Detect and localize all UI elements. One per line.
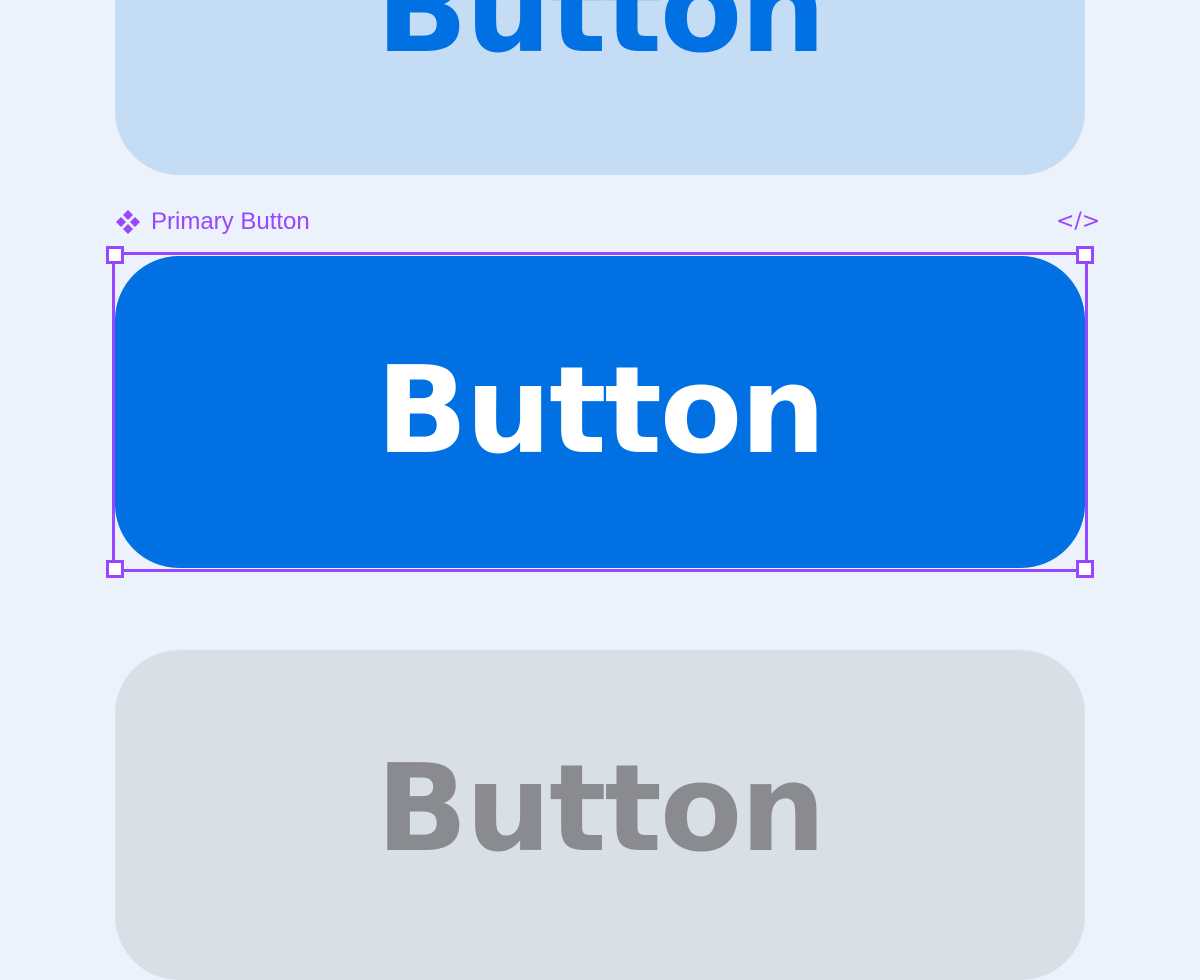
- resize-handle-bottom-left[interactable]: [106, 560, 124, 578]
- resize-handle-top-left[interactable]: [106, 246, 124, 264]
- disabled-button: Button: [115, 650, 1085, 980]
- secondary-button[interactable]: Button: [115, 0, 1085, 175]
- code-icon[interactable]: </>: [1056, 206, 1100, 238]
- secondary-button-label: Button: [376, 0, 826, 80]
- component-name: Primary Button: [151, 208, 310, 235]
- component-tag[interactable]: Primary Button: [115, 206, 310, 238]
- disabled-button-label: Button: [376, 740, 826, 879]
- component-diamonds-icon: [116, 210, 140, 234]
- resize-handle-bottom-right[interactable]: [1076, 560, 1094, 578]
- resize-handle-top-right[interactable]: [1076, 246, 1094, 264]
- primary-button-label: Button: [376, 342, 825, 481]
- primary-button[interactable]: Button: [115, 256, 1085, 568]
